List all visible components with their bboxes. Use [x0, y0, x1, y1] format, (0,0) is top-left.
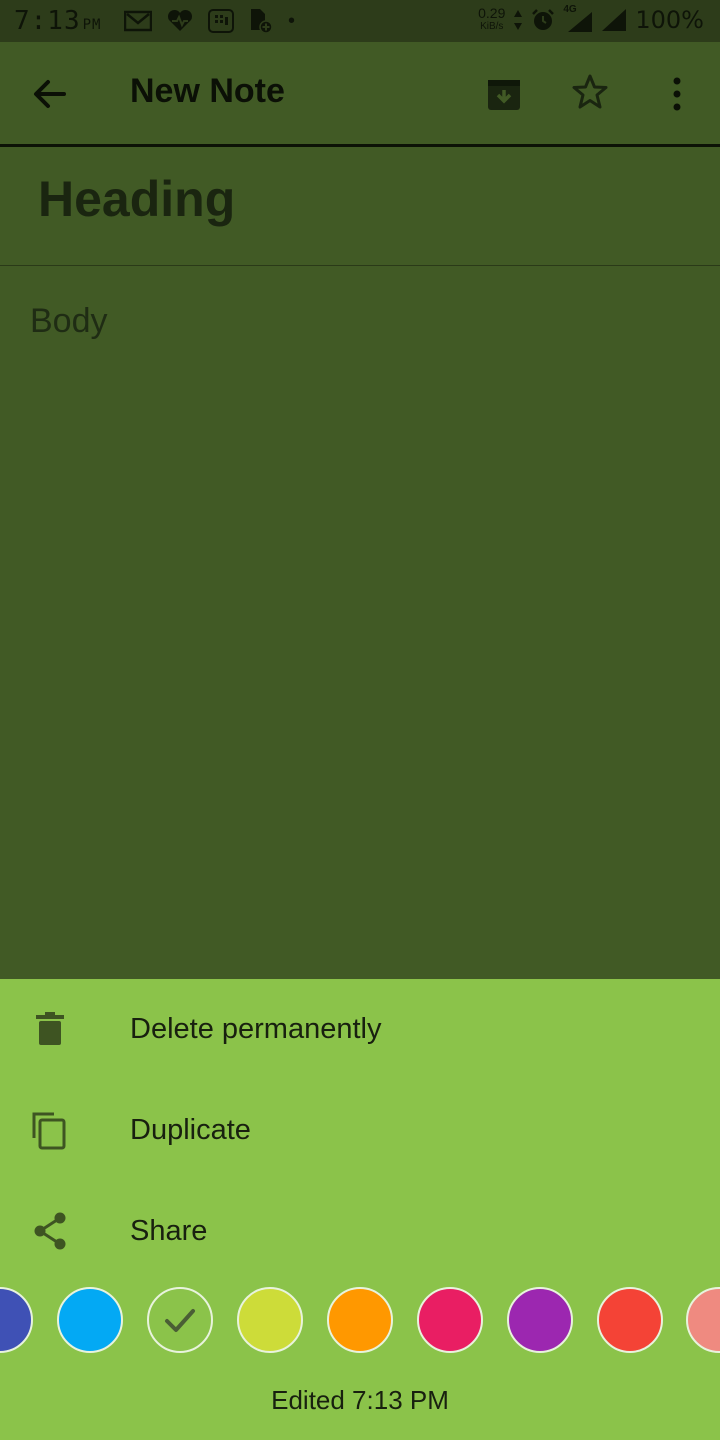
back-button[interactable] [30, 76, 70, 112]
status-ampm: PM [82, 17, 102, 33]
archive-button[interactable] [486, 76, 522, 112]
app-bar-divider [0, 144, 720, 147]
system-icons: 0.29 KiB/s 4G 100% [478, 4, 704, 34]
share-icon [34, 1212, 66, 1250]
color-picker [0, 1287, 720, 1357]
file-add-icon [251, 9, 273, 34]
archive-icon [488, 80, 520, 110]
edited-timestamp: Edited 7:13 PM [271, 1385, 449, 1415]
copy-icon [32, 1112, 66, 1150]
menu-item-label: Delete permanently [130, 1013, 382, 1045]
color-swatch-purple[interactable] [507, 1287, 573, 1353]
back-arrow-icon [34, 80, 66, 108]
health-heart-icon [167, 9, 193, 31]
trash-icon [36, 1012, 64, 1045]
notification-icons: • [124, 8, 295, 34]
color-swatch-light-blue[interactable] [57, 1287, 123, 1353]
network-speed: 0.29 KiB/s [478, 5, 506, 33]
network-speed-value: 0.29 [478, 5, 506, 21]
network-speed-unit: KiB/s [480, 21, 504, 32]
color-swatch-red[interactable] [597, 1287, 663, 1353]
menu-item-share[interactable]: Share [0, 1185, 720, 1275]
body-input[interactable]: Body [30, 302, 108, 341]
signal-4g-icon: 4G [563, 4, 593, 32]
more-vert-icon [673, 77, 681, 111]
check-icon [165, 1309, 195, 1332]
status-time-value: 7:13 [14, 6, 81, 36]
more-options-button[interactable] [664, 74, 690, 114]
alarm-icon [532, 9, 555, 30]
calculator-icon [208, 9, 234, 33]
menu-item-duplicate[interactable]: Duplicate [0, 1084, 720, 1174]
color-swatch-lime[interactable] [237, 1287, 303, 1353]
color-swatch-salmon[interactable] [686, 1287, 720, 1353]
menu-item-delete-permanently[interactable]: Delete permanently [0, 983, 720, 1073]
heading-divider [0, 265, 720, 266]
page-title: New Note [130, 72, 285, 110]
star-icon [572, 74, 608, 109]
signal-icon [602, 9, 627, 31]
heading-input[interactable]: Heading [38, 170, 235, 228]
menu-item-label: Duplicate [130, 1114, 251, 1146]
color-swatch-indigo[interactable] [0, 1287, 33, 1353]
battery-level: 100% [635, 6, 704, 34]
up-down-arrow-icon [514, 10, 523, 30]
menu-item-label: Share [130, 1215, 208, 1247]
color-swatch-orange[interactable] [327, 1287, 393, 1353]
status-time: 7:13 PM [14, 6, 101, 36]
gmail-icon [124, 10, 152, 32]
app-bar: New Note [0, 42, 720, 144]
status-bar: 7:13 PM • 0.29 KiB/s 4G 100% [0, 0, 720, 42]
color-swatch-pink[interactable] [417, 1287, 483, 1353]
bottom-sheet: Delete permanently Duplicate Share Edite… [0, 979, 720, 1440]
color-swatch-light-green[interactable] [147, 1287, 213, 1353]
favorite-button[interactable] [570, 72, 610, 112]
dot-icon: • [288, 9, 296, 32]
